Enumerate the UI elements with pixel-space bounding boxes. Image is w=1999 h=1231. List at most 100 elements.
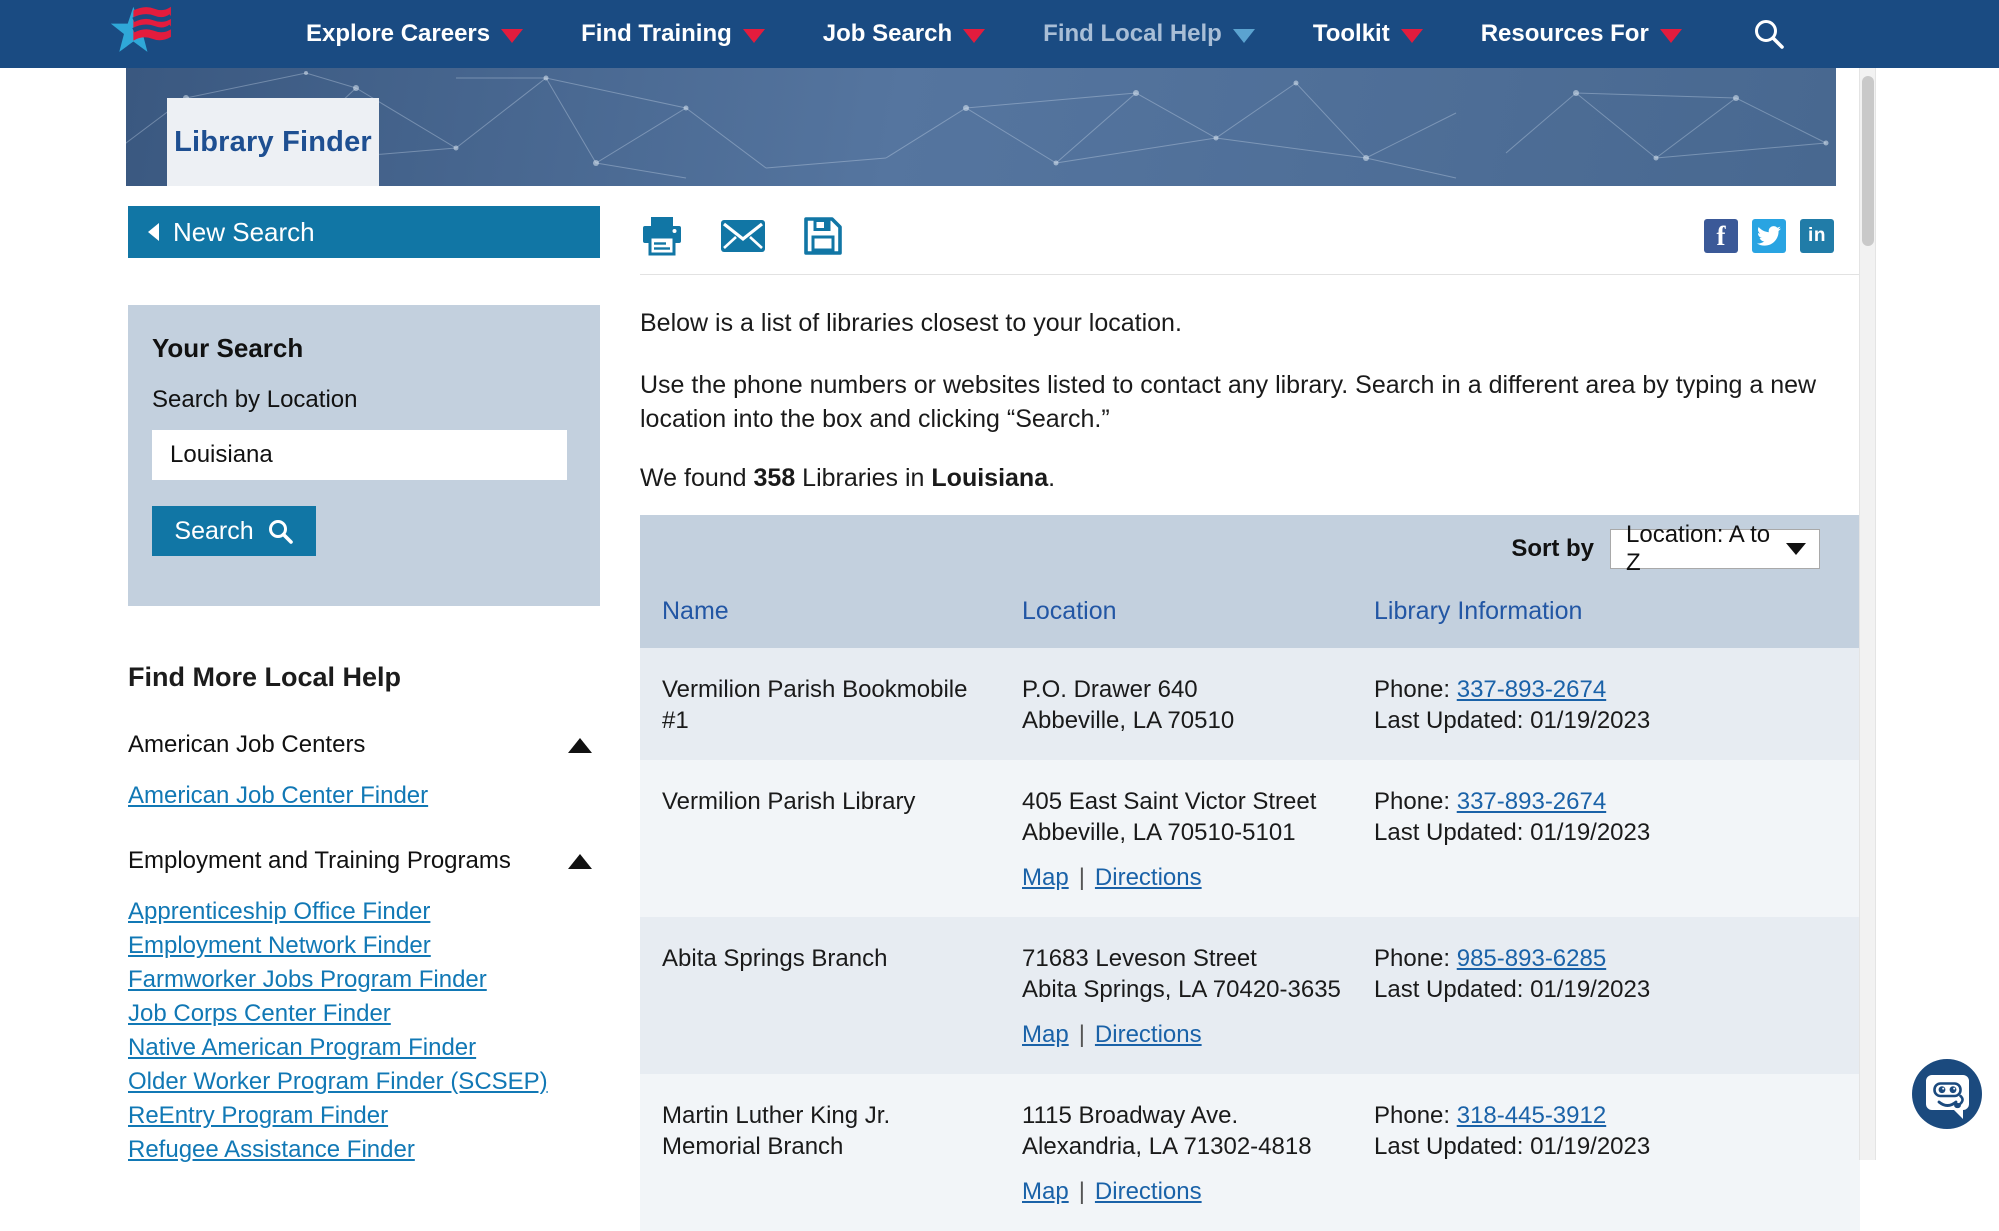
cell-location: 1115 Broadway Ave.Alexandria, LA 71302-4… (1022, 1100, 1367, 1207)
sidebar-link-apprenticeship-office-finder[interactable]: Apprenticeship Office Finder (128, 898, 430, 925)
twitter-icon[interactable] (1752, 219, 1786, 253)
address-line: 71683 Leveson Street (1022, 943, 1360, 974)
new-search-label: New Search (173, 217, 315, 248)
sidebar-link-american-job-center-finder[interactable]: American Job Center Finder (128, 782, 428, 809)
phone-label: Phone: (1374, 676, 1457, 703)
your-search-panel: Your Search Search by Location Search (128, 305, 600, 606)
found-suffix: . (1048, 464, 1055, 492)
phone-link[interactable]: 318-445-3912 (1457, 1102, 1606, 1129)
map-links: Map | Directions (1022, 1176, 1360, 1207)
search-button-label: Search (174, 517, 253, 546)
accordion-american-job-centers[interactable]: American Job Centers (128, 731, 600, 759)
cell-location: 71683 Leveson StreetAbita Springs, LA 70… (1022, 943, 1367, 1050)
nav-item-label: Find Local Help (1043, 20, 1222, 48)
column-headers: Name Location Library Information (640, 597, 1860, 626)
found-location: Louisiana (931, 464, 1048, 492)
link-separator: | (1079, 1178, 1085, 1205)
cell-library-information: Phone: 337-893-2674Last Updated: 01/19/2… (1374, 674, 1860, 736)
constellation-pattern (126, 68, 1836, 186)
nav-item-find-training[interactable]: Find Training (581, 20, 765, 48)
nav-item-explore-careers[interactable]: Explore Careers (306, 20, 523, 48)
last-updated: Last Updated: 01/19/2023 (1374, 705, 1860, 736)
results-table: Sort by Location: A to Z Name Location L… (640, 515, 1860, 1231)
facebook-icon[interactable]: f (1704, 219, 1738, 253)
banner-title-box: Library Finder (167, 98, 379, 186)
search-by-location-label: Search by Location (152, 386, 576, 414)
sort-by-label: Sort by (1511, 535, 1594, 563)
cell-library-information: Phone: 337-893-2674Last Updated: 01/19/2… (1374, 786, 1860, 893)
phone-label: Phone: (1374, 788, 1457, 815)
phone-label: Phone: (1374, 945, 1457, 972)
phone-line: Phone: 985-893-6285 (1374, 943, 1860, 974)
email-icon[interactable] (720, 219, 766, 253)
phone-link[interactable]: 337-893-2674 (1457, 788, 1606, 815)
map-link[interactable]: Map (1022, 864, 1069, 891)
address-line: Abita Springs, LA 70420-3635 (1022, 974, 1360, 1005)
address-line: 405 East Saint Victor Street (1022, 786, 1360, 817)
phone-line: Phone: 318-445-3912 (1374, 1100, 1860, 1131)
chat-widget-button[interactable] (1911, 1058, 1983, 1130)
map-links: Map|Directions (1022, 1019, 1360, 1050)
intro-line-2: Use the phone numbers or websites listed… (640, 368, 1825, 436)
sort-row: Sort by Location: A to Z (640, 527, 1860, 571)
nav-item-toolkit[interactable]: Toolkit (1313, 20, 1423, 48)
found-count: 358 (754, 464, 796, 492)
chevron-down-icon (1786, 543, 1806, 555)
sidebar-link-reentry-program-finder[interactable]: ReEntry Program Finder (128, 1102, 388, 1129)
cell-library-information: Phone: 985-893-6285Last Updated: 01/19/2… (1374, 943, 1860, 1050)
search-button[interactable]: Search (152, 506, 316, 556)
chevron-down-icon (1233, 29, 1255, 43)
main-content: f in Below is a list of libraries closes… (640, 210, 1860, 1231)
sort-dropdown-value: Location: A to Z (1626, 521, 1786, 577)
new-search-button[interactable]: New Search (128, 206, 600, 258)
linkedin-icon[interactable]: in (1800, 219, 1834, 253)
print-icon[interactable] (640, 214, 684, 258)
nav-item-find-local-help[interactable]: Find Local Help (1043, 20, 1255, 48)
accordion-employment-and-training-programs[interactable]: Employment and Training Programs (128, 847, 600, 875)
phone-link[interactable]: 337-893-2674 (1457, 676, 1606, 703)
sidebar-link-refugee-assistance-finder[interactable]: Refugee Assistance Finder (128, 1136, 415, 1163)
address-line: Alexandria, LA 71302-4818 (1022, 1131, 1360, 1162)
phone-link[interactable]: 985-893-6285 (1457, 945, 1606, 972)
accordion-links: American Job Center Finder (128, 782, 600, 809)
find-more-local-help: Find More Local Help American Job Center… (128, 662, 600, 1163)
cell-library-information: Phone: 318-445-3912Last Updated: 01/19/2… (1374, 1100, 1860, 1207)
social-links: f in (1704, 219, 1834, 253)
last-updated: Last Updated: 01/19/2023 (1374, 1131, 1860, 1162)
scrollbar-thumb[interactable] (1862, 76, 1874, 246)
address-line: Abbeville, LA 70510 (1022, 705, 1360, 736)
your-search-title: Your Search (152, 333, 576, 364)
nav-item-label: Resources For (1481, 20, 1649, 48)
results-header: Sort by Location: A to Z Name Location L… (640, 515, 1860, 648)
table-row: Vermilion Parish Bookmobile #1P.O. Drawe… (640, 648, 1860, 760)
sidebar-link-job-corps-center-finder[interactable]: Job Corps Center Finder (128, 1000, 391, 1027)
map-link[interactable]: Map (1022, 1178, 1069, 1205)
table-row: Martin Luther King Jr. Memorial Branch11… (640, 1074, 1860, 1231)
cell-library-name: Martin Luther King Jr. Memorial Branch (662, 1100, 1022, 1207)
table-row: Vermilion Parish Library405 East Saint V… (640, 760, 1860, 917)
careeronestop-logo[interactable] (104, 3, 174, 65)
map-link[interactable]: Map (1022, 1021, 1069, 1048)
found-prefix: We found (640, 464, 754, 492)
phone-label: Phone: (1374, 1102, 1457, 1129)
last-updated: Last Updated: 01/19/2023 (1374, 817, 1860, 848)
sidebar-link-native-american-program-finder[interactable]: Native American Program Finder (128, 1034, 476, 1061)
sidebar-link-employment-network-finder[interactable]: Employment Network Finder (128, 932, 431, 959)
cell-location: P.O. Drawer 640Abbeville, LA 70510 (1022, 674, 1367, 736)
directions-link[interactable]: Directions (1095, 864, 1202, 891)
save-icon[interactable] (802, 215, 844, 257)
page-scrollbar[interactable] (1859, 68, 1876, 1160)
table-row: Abita Springs Branch71683 Leveson Street… (640, 917, 1860, 1074)
directions-link[interactable]: Directions (1095, 1178, 1202, 1205)
nav-search-icon[interactable] (1752, 17, 1786, 51)
sidebar-link-farmworker-jobs-program-finder[interactable]: Farmworker Jobs Program Finder (128, 966, 487, 993)
directions-link[interactable]: Directions (1095, 1021, 1202, 1048)
chevron-left-icon (148, 223, 159, 241)
location-input[interactable] (152, 430, 567, 480)
nav-item-resources-for[interactable]: Resources For (1481, 20, 1682, 48)
address-line: Abbeville, LA 70510-5101 (1022, 817, 1360, 848)
sidebar-link-older-worker-program-finder-scsep[interactable]: Older Worker Program Finder (SCSEP) (128, 1068, 548, 1095)
sort-dropdown[interactable]: Location: A to Z (1610, 529, 1820, 569)
nav-item-job-search[interactable]: Job Search (823, 20, 985, 48)
linkedin-glyph: in (1808, 225, 1826, 247)
